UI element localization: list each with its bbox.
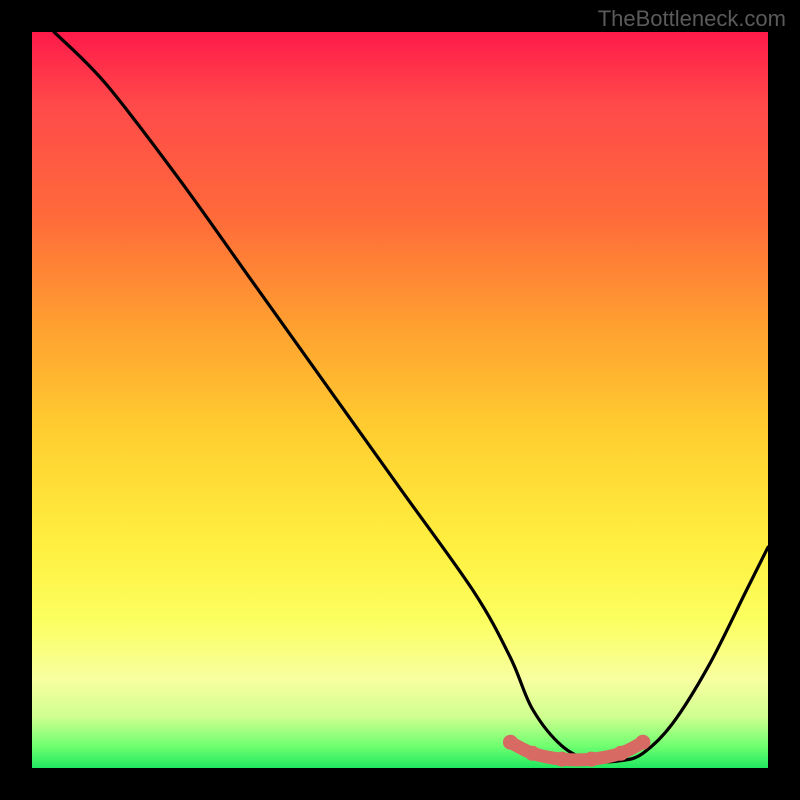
highlight-dot [525, 746, 540, 761]
bottleneck-curve-line [54, 32, 768, 762]
highlight-dot [584, 752, 599, 767]
highlight-dot [635, 735, 650, 750]
chart-gradient-area [32, 32, 768, 768]
highlight-dot [503, 735, 518, 750]
chart-svg [32, 32, 768, 768]
watermark-text: TheBottleneck.com [598, 6, 786, 32]
highlight-dot [613, 746, 628, 761]
highlight-dot [554, 752, 569, 767]
